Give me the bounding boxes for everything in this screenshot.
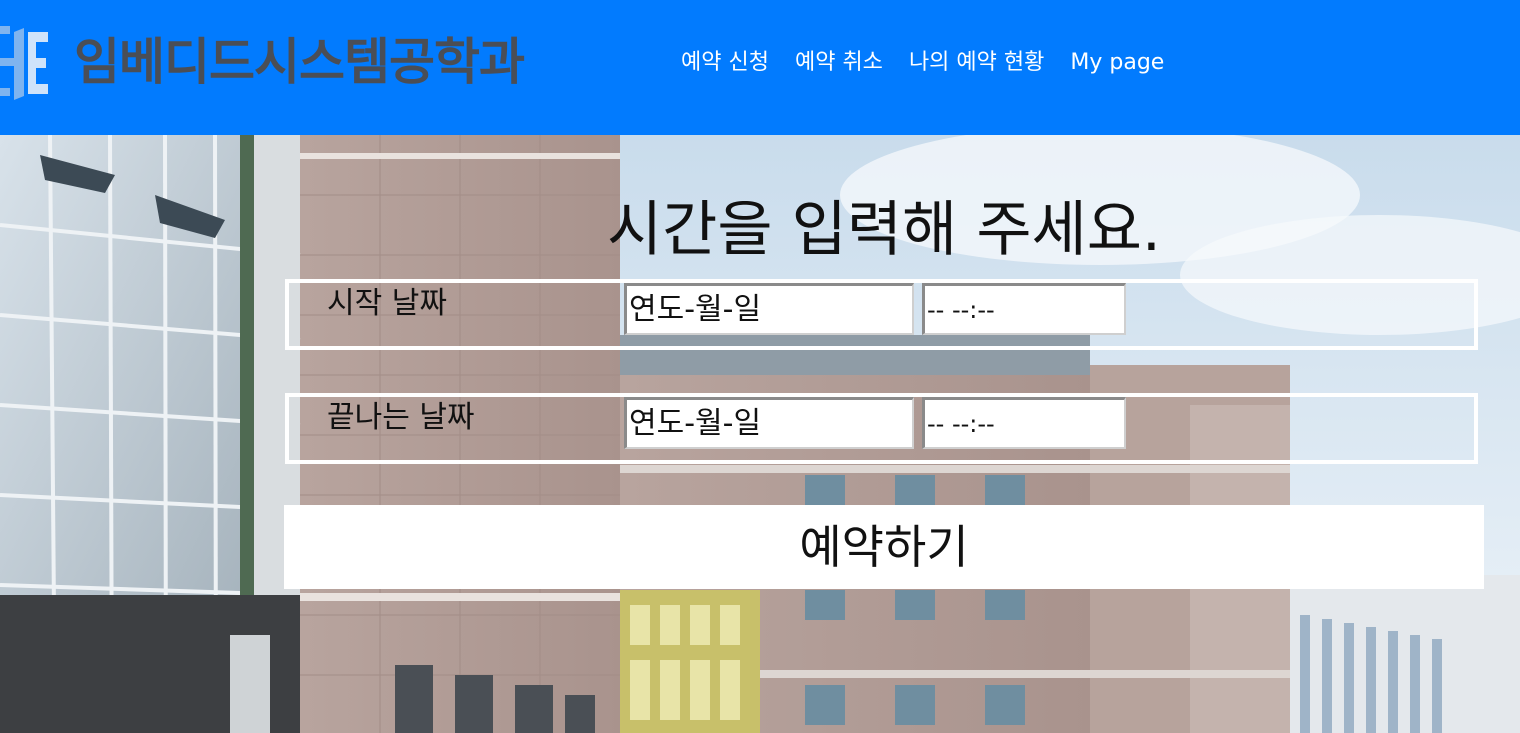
end-datetime-row: 끝나는 날짜 bbox=[285, 393, 1478, 464]
department-logo-icon[interactable] bbox=[0, 18, 52, 114]
nav-link-cancel[interactable]: 예약 취소 bbox=[795, 44, 883, 82]
end-time-input[interactable] bbox=[922, 397, 1126, 449]
reserve-submit-button[interactable]: 예약하기 bbox=[284, 505, 1484, 589]
top-header: 임베디드시스템공학과 예약 신청 예약 취소 나의 예약 현황 My page bbox=[0, 0, 1520, 135]
start-date-label: 시작 날짜 bbox=[327, 286, 447, 321]
start-date-input[interactable] bbox=[624, 283, 914, 335]
end-date-input[interactable] bbox=[624, 397, 914, 449]
start-datetime-row: 시작 날짜 bbox=[285, 279, 1478, 350]
nav-link-reserve[interactable]: 예약 신청 bbox=[681, 44, 769, 82]
end-date-label: 끝나는 날짜 bbox=[327, 400, 475, 435]
department-logo-text[interactable]: 임베디드시스템공학과 bbox=[74, 30, 525, 94]
nav-link-my-page[interactable]: My page bbox=[1070, 44, 1164, 82]
main-navigation: 예약 신청 예약 취소 나의 예약 현황 My page bbox=[681, 44, 1164, 82]
start-time-input[interactable] bbox=[922, 283, 1126, 335]
form-title: 시간을 입력해 주세요. bbox=[606, 195, 1162, 265]
reservation-page: 임베디드시스템공학과 예약 신청 예약 취소 나의 예약 현황 My page … bbox=[0, 0, 1520, 733]
nav-link-my-reservations[interactable]: 나의 예약 현황 bbox=[909, 44, 1044, 82]
